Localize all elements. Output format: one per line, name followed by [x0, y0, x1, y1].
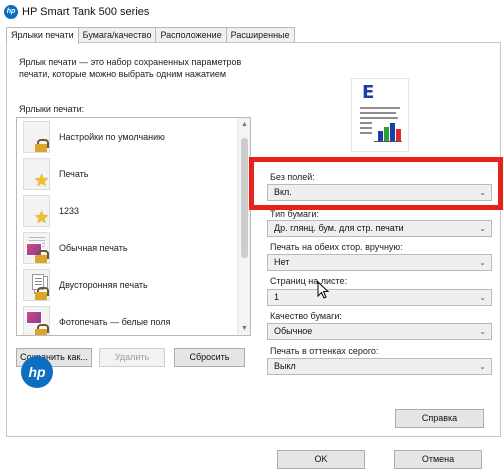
chevron-down-icon: ⌄: [479, 362, 486, 371]
hp-logo: hp: [21, 356, 53, 388]
chevron-down-icon: ⌄: [479, 327, 486, 336]
list-item-label: Печать: [59, 169, 89, 179]
paper-type-label: Тип бумаги:: [270, 209, 319, 219]
paper-type-value: Др. глянц. бум. для стр. печати: [274, 223, 404, 233]
list-item-photo-white-borders[interactable]: Фотопечать — белые поля: [17, 303, 237, 335]
paper-quality-select[interactable]: Обычное ⌄: [267, 323, 492, 340]
tab-panel: Ярлык печати — это набор сохраненных пар…: [6, 42, 501, 437]
tab-layout[interactable]: Расположение: [155, 27, 227, 43]
preview-axis: [374, 141, 402, 142]
preview-text-line: [360, 122, 372, 124]
shortcuts-description: Ярлык печати — это набор сохраненных пар…: [19, 57, 242, 79]
window-title: HP Smart Tank 500 series: [22, 6, 150, 18]
photo-icon: [26, 311, 42, 324]
preview-bar: [384, 127, 389, 141]
paper-type-select[interactable]: Др. глянц. бум. для стр. печати ⌄: [267, 220, 492, 237]
lock-icon: [35, 287, 49, 300]
preview-letter: E: [362, 82, 375, 103]
manual-duplex-select[interactable]: Нет ⌄: [267, 254, 492, 271]
document-icon: [23, 269, 50, 301]
preview-bar: [390, 123, 395, 141]
page-preview: E: [352, 79, 408, 151]
preview-text-line: [360, 127, 372, 129]
list-item-label: 1233: [59, 206, 80, 216]
help-button[interactable]: Справка: [395, 409, 484, 428]
title-bar: hp HP Smart Tank 500 series: [0, 0, 504, 24]
list-item-duplex-print[interactable]: Двусторонняя печать: [17, 266, 237, 303]
list-item-label: Обычная печать: [59, 243, 128, 253]
chevron-down-icon: ⌄: [479, 224, 486, 233]
scroll-down-icon[interactable]: ▼: [238, 322, 250, 335]
hp-app-icon: hp: [4, 5, 18, 19]
shortcuts-list-label: Ярлыки печати:: [19, 104, 85, 114]
document-icon: [23, 306, 50, 335]
highlight-box: [249, 157, 503, 210]
lock-icon: [35, 250, 49, 263]
document-icon: [23, 232, 50, 264]
scroll-thumb[interactable]: [241, 138, 248, 258]
list-item-label: Фотопечать — белые поля: [59, 317, 171, 327]
tab-advanced[interactable]: Расширенные: [225, 27, 295, 43]
star-icon: ★: [34, 208, 50, 227]
pages-per-sheet-select[interactable]: 1 ⌄: [267, 289, 492, 306]
document-icon: [23, 121, 50, 153]
ok-button[interactable]: OK: [277, 450, 365, 469]
pages-per-sheet-label: Страниц на листе:: [270, 276, 348, 286]
grayscale-value: Выкл: [274, 361, 296, 371]
list-item-print[interactable]: ★ Печать: [17, 155, 237, 192]
cancel-button[interactable]: Отмена: [394, 450, 482, 469]
manual-duplex-label: Печать на обеих стор. вручную:: [270, 242, 403, 252]
preview-text-line: [360, 107, 400, 109]
grayscale-label: Печать в оттенках серого:: [270, 346, 379, 356]
list-item-normal-print[interactable]: Обычная печать: [17, 229, 237, 266]
preview-text-line: [360, 117, 398, 119]
tab-paper-quality[interactable]: Бумага/качество: [77, 27, 157, 43]
lock-icon: [35, 139, 49, 152]
paper-quality-value: Обычное: [274, 326, 313, 336]
preview-bar: [378, 131, 383, 141]
star-icon: ★: [34, 171, 50, 190]
lock-icon: [35, 324, 49, 335]
document-icon: ★: [23, 158, 50, 190]
preview-bar: [396, 129, 401, 141]
pages-per-sheet-value: 1: [274, 292, 280, 302]
chevron-down-icon: ⌄: [479, 293, 486, 302]
document-icon: ★: [23, 195, 50, 227]
preview-text-line: [360, 112, 396, 114]
shortcuts-list[interactable]: Настройки по умолчанию ★ Печать ★ 1233 О…: [16, 117, 251, 336]
delete-button[interactable]: Удалить: [99, 348, 165, 367]
tab-print-shortcuts[interactable]: Ярлыки печати: [6, 27, 79, 44]
list-item-label: Настройки по умолчанию: [59, 132, 165, 142]
paper-quality-label: Качество бумаги:: [270, 311, 342, 321]
grayscale-select[interactable]: Выкл ⌄: [267, 358, 492, 375]
text-lines-icon: [29, 237, 45, 238]
manual-duplex-value: Нет: [274, 257, 290, 267]
tab-strip: Ярлыки печати Бумага/качество Расположен…: [6, 27, 295, 44]
chevron-down-icon: ⌄: [479, 258, 486, 267]
list-scrollbar[interactable]: ▲ ▼: [237, 118, 250, 335]
list-item-label: Двусторонняя печать: [59, 280, 148, 290]
scroll-up-icon[interactable]: ▲: [238, 118, 250, 131]
preview-text-line: [360, 132, 372, 134]
list-item-1233[interactable]: ★ 1233: [17, 192, 237, 229]
reset-button[interactable]: Сбросить: [174, 348, 245, 367]
list-item-default-settings[interactable]: Настройки по умолчанию: [17, 118, 237, 155]
